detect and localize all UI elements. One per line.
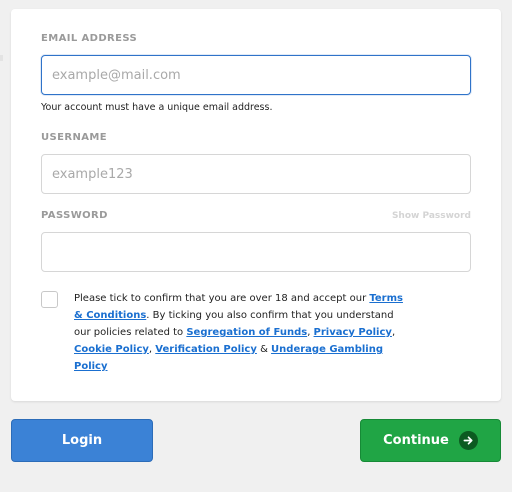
cookie-policy-link[interactable]: Cookie Policy	[74, 344, 149, 355]
terms-text-part: Please tick to confirm that you are over…	[74, 293, 370, 304]
terms-checkbox[interactable]	[41, 291, 58, 308]
terms-text: Please tick to confirm that you are over…	[74, 290, 404, 375]
email-hint: Your account must have a unique email ad…	[41, 102, 273, 113]
username-label: USERNAME	[41, 132, 107, 143]
page-edge-tab	[0, 55, 3, 61]
login-button[interactable]: Login	[11, 419, 153, 462]
continue-button[interactable]: Continue	[360, 419, 501, 462]
signup-form-card: EMAIL ADDRESS Your account must have a u…	[11, 9, 501, 401]
password-label: PASSWORD	[41, 210, 108, 221]
verification-policy-link[interactable]: Verification Policy	[155, 344, 257, 355]
terms-separator: ,	[391, 327, 396, 338]
email-field[interactable]	[41, 55, 471, 95]
privacy-policy-link[interactable]: Privacy Policy	[314, 327, 392, 338]
login-button-label: Login	[61, 433, 103, 448]
continue-button-label: Continue	[383, 433, 449, 448]
arrow-right-icon	[458, 431, 478, 450]
password-field[interactable]	[41, 232, 471, 272]
username-field[interactable]	[41, 154, 471, 194]
email-label: EMAIL ADDRESS	[41, 33, 138, 44]
terms-separator: &	[256, 344, 272, 355]
show-password-toggle[interactable]: Show Password	[392, 211, 471, 221]
segregation-of-funds-link[interactable]: Segregation of Funds	[186, 327, 307, 338]
